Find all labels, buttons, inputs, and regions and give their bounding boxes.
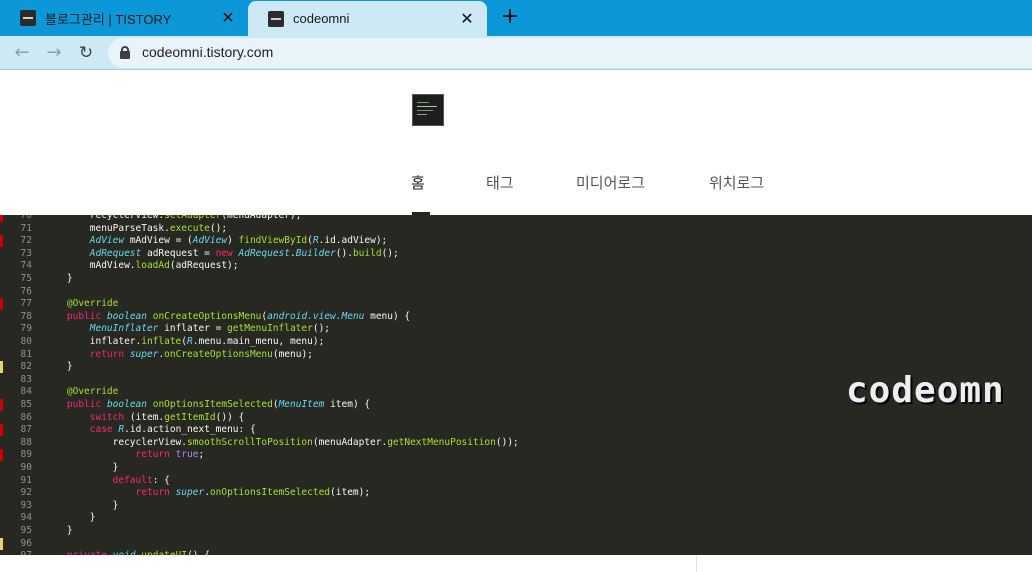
code-line-number: 92 <box>20 487 32 499</box>
code-line-number: 71 <box>20 222 32 234</box>
blog-hero-image: codeomn 70 recyclerView.setAdapter(menuA… <box>0 215 1032 555</box>
tab-codeomni[interactable]: codeomni ✕ <box>248 1 487 36</box>
codeomni-favicon-icon <box>268 10 284 27</box>
code-line: } <box>44 525 73 536</box>
code-line: mAdView.loadAd(adRequest); <box>44 260 239 272</box>
code-line-number: 95 <box>20 525 32 536</box>
hero-title: codeomn <box>846 370 1005 411</box>
gutter-marker <box>0 537 3 550</box>
code-line: } <box>44 512 96 524</box>
code-line: } <box>44 273 73 284</box>
code-line: inflater.inflate(R.menu.main_menu, menu)… <box>44 336 325 347</box>
code-line-number: 89 <box>20 449 32 461</box>
code-line-number: 86 <box>20 411 32 423</box>
code-line: MenuInflater inflater = getMenuInflater(… <box>89 323 331 335</box>
code-line-number: 96 <box>20 537 32 549</box>
blog-logo[interactable] <box>412 94 444 126</box>
gutter-marker <box>0 298 3 311</box>
gutter-marker <box>0 361 3 374</box>
code-line-number: 84 <box>20 386 32 398</box>
code-line: switch (item.getItemId()) { <box>89 411 245 423</box>
code-line-number: 76 <box>20 285 32 297</box>
code-line-number: 74 <box>20 260 32 272</box>
code-line: } <box>44 361 73 373</box>
code-line-number: 93 <box>20 499 32 511</box>
forward-arrow-icon[interactable]: → <box>42 41 66 65</box>
code-line: public boolean onCreateOptionsMenu(andro… <box>66 310 411 322</box>
content-divider <box>696 555 697 572</box>
code-line: AdView mAdView = (AdView) findViewById(R… <box>89 235 388 247</box>
gutter-marker <box>0 215 3 222</box>
code-line-number: 82 <box>20 361 32 373</box>
nav-item-medialog[interactable]: 미디어로그 <box>576 172 645 193</box>
code-line-number: 81 <box>20 348 32 360</box>
gutter-marker <box>0 399 3 411</box>
nav-item-tags[interactable]: 태그 <box>486 172 514 193</box>
address-bar[interactable]: codeomni.tistory.com <box>108 38 1032 68</box>
close-tab-icon[interactable]: ✕ <box>220 10 236 26</box>
code-line-number: 79 <box>20 323 32 335</box>
browser-toolbar: ← → ↻ codeomni.tistory.com <box>0 36 1032 70</box>
code-line-number: 83 <box>20 373 32 385</box>
address-url[interactable]: codeomni.tistory.com <box>142 44 273 60</box>
lock-icon[interactable] <box>120 46 130 59</box>
code-line-number: 73 <box>20 247 32 259</box>
close-tab-icon[interactable]: ✕ <box>459 10 475 27</box>
tab-title: codeomni <box>293 11 350 26</box>
tab-title: 블로그관리 | TISTORY <box>45 11 172 27</box>
code-line-number: 97 <box>8 550 32 555</box>
code-line-number: 94 <box>20 512 32 524</box>
code-line-number: 90 <box>20 462 32 473</box>
code-line-number: 91 <box>20 474 32 486</box>
code-line: default: { <box>112 474 170 486</box>
code-line: recyclerView.setAdapter(menuAdapter); <box>44 215 302 221</box>
code-line-number: 80 <box>20 336 32 347</box>
code-line: case R.id.action_next_menu: { <box>89 424 256 436</box>
nav-item-locationlog[interactable]: 위치로그 <box>709 172 764 193</box>
code-line-number: 88 <box>20 436 32 448</box>
gutter-marker <box>0 235 3 248</box>
code-line-number: 87 <box>20 424 32 436</box>
gutter-marker <box>0 449 3 462</box>
code-line: return super.onOptionsItemSelected(item)… <box>135 487 371 499</box>
code-line: menuParseTask.execute(); <box>44 222 228 234</box>
code-line-number: 75 <box>20 273 32 284</box>
nav-item-home[interactable]: 홈 <box>411 172 425 193</box>
browser-tab-strip: 블로그관리 | TISTORY ✕ codeomni ✕ + <box>0 0 1032 36</box>
blog-nav: 홈 태그 미디어로그 위치로그 <box>0 170 1032 215</box>
code-line: } <box>44 462 119 473</box>
code-line-number: 72 <box>20 235 32 247</box>
code-line-number: 78 <box>20 310 32 322</box>
code-line: @Override <box>66 298 119 310</box>
code-line: } <box>44 499 119 511</box>
tab-blog-admin[interactable]: 블로그관리 | TISTORY ✕ <box>0 0 248 36</box>
code-line: AdRequest adRequest = new AdRequest.Buil… <box>89 247 399 259</box>
code-line: return true; <box>135 449 205 461</box>
reload-icon[interactable]: ↻ <box>74 41 98 65</box>
back-arrow-icon[interactable]: ← <box>10 41 34 65</box>
new-tab-button[interactable]: + <box>499 6 521 28</box>
code-line: public boolean onOptionsItemSelected(Men… <box>66 399 371 410</box>
code-line: return super.onCreateOptionsMenu(menu); <box>89 348 313 360</box>
code-line: recyclerView.smoothScrollToPosition(menu… <box>44 436 519 448</box>
code-line-number: 77 <box>20 298 32 310</box>
gutter-marker <box>0 424 3 437</box>
code-line-number: 85 <box>20 399 32 410</box>
code-line: @Override <box>66 386 119 398</box>
code-line: private void updateUI() { <box>44 550 210 555</box>
tistory-favicon-icon <box>20 10 36 26</box>
code-line-number: 70 <box>20 215 32 221</box>
